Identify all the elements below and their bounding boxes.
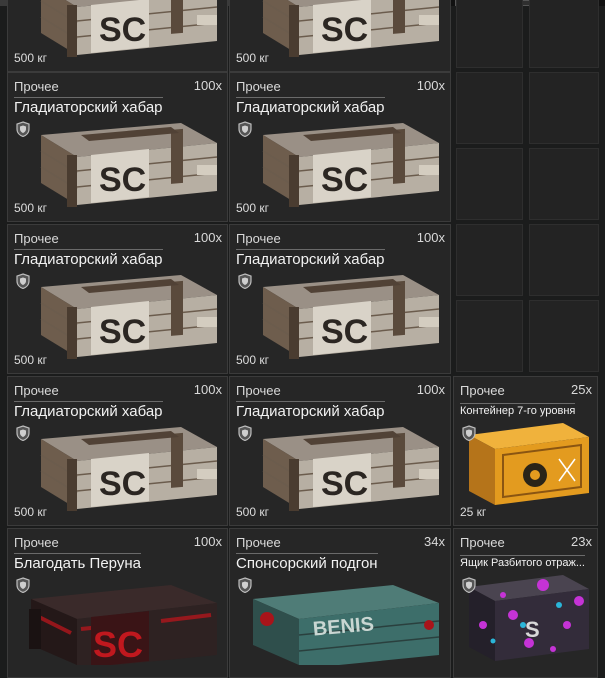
inventory-item-card[interactable]: SC 500 кг (7, 0, 228, 72)
item-category: Прочее (236, 383, 281, 398)
item-category: Прочее (460, 383, 505, 398)
perun-item-image: SC (16, 569, 226, 670)
item-category: Прочее (14, 535, 59, 550)
shield-icon (462, 577, 476, 594)
item-name: Контейнер 7-го уровня (460, 403, 576, 417)
empty-slot[interactable] (456, 0, 523, 68)
svg-text:SC: SC (99, 465, 146, 503)
svg-text:SC: SC (99, 11, 146, 49)
inventory-item-card[interactable]: S Прочее 23x Ящик Разбитого отраж... (453, 528, 598, 678)
svg-text:SC: SC (321, 161, 368, 199)
item-category: Прочее (460, 535, 505, 550)
item-weight: 500 кг (14, 505, 47, 519)
sponsor-item-image: BENIS (238, 569, 448, 670)
inventory-item-card[interactable]: SC Прочее 100x Гладиаторский хабар 500 кг (229, 72, 451, 222)
inventory-item-card[interactable]: SC 500 кг (229, 0, 451, 72)
inventory-item-card[interactable]: SC Прочее 100x Гладиаторский хабар 500 кг (229, 224, 451, 374)
gladiator-item-image: SC (238, 113, 448, 214)
shield-icon (238, 273, 252, 290)
svg-text:SC: SC (321, 465, 368, 503)
empty-slot[interactable] (529, 0, 599, 68)
item-quantity: 100x (193, 230, 222, 245)
item-quantity: 100x (193, 382, 222, 397)
empty-slot[interactable] (529, 72, 599, 144)
svg-text:S: S (525, 617, 540, 642)
item-name: Гладиаторский хабар (14, 249, 163, 268)
item-name: Гладиаторский хабар (14, 97, 163, 116)
empty-slot[interactable] (529, 148, 599, 220)
empty-slot[interactable] (456, 224, 523, 296)
item-quantity: 100x (193, 78, 222, 93)
shield-icon (16, 273, 30, 290)
shield-icon (238, 577, 252, 594)
svg-text:SC: SC (93, 624, 143, 665)
inventory-item-card[interactable]: SC Прочее 100x Гладиаторский хабар 500 кг (7, 72, 228, 222)
shield-icon (238, 425, 252, 442)
item-weight: 500 кг (236, 51, 269, 65)
inventory-item-card[interactable]: SC Прочее 100x Гладиаторский хабар 500 кг (7, 376, 228, 526)
item-weight: 500 кг (14, 51, 47, 65)
item-quantity: 25x (571, 382, 592, 397)
item-weight: 500 кг (14, 353, 47, 367)
item-name: Благодать Перуна (14, 553, 141, 572)
shield-icon (462, 425, 476, 442)
item-name: Ящик Разбитого отраж... (460, 555, 585, 569)
item-category: Прочее (236, 79, 281, 94)
item-weight: 500 кг (14, 201, 47, 215)
item-category: Прочее (14, 383, 59, 398)
inventory-grid: SC 500 кг SC 500 кг SC Прочее 100x Глади… (0, 0, 605, 678)
inventory-item-card[interactable]: BENIS Прочее 34x Спонсорский подгон (229, 528, 451, 678)
inventory-item-card[interactable]: SC Прочее 100x Гладиаторский хабар 500 кг (7, 224, 228, 374)
gladiator-item-image: SC (16, 113, 226, 214)
item-name: Спонсорский подгон (236, 553, 378, 572)
item-weight: 500 кг (236, 505, 269, 519)
item-category: Прочее (236, 231, 281, 246)
item-weight: 500 кг (236, 201, 269, 215)
item-quantity: 34x (424, 534, 445, 549)
gladiator-item-image: SC (238, 0, 448, 64)
shield-icon (238, 121, 252, 138)
empty-slot[interactable] (456, 300, 523, 372)
svg-text:SC: SC (99, 313, 146, 351)
mirror-item-image: S (460, 565, 596, 666)
item-name: Гладиаторский хабар (236, 249, 385, 268)
item-name: Гладиаторский хабар (14, 401, 163, 420)
svg-text:SC: SC (321, 313, 368, 351)
empty-slot[interactable] (529, 224, 599, 296)
shield-icon (16, 577, 30, 594)
item-name: Гладиаторский хабар (236, 401, 385, 420)
empty-slot[interactable] (456, 148, 523, 220)
item-quantity: 100x (416, 230, 445, 245)
item-quantity: 100x (416, 78, 445, 93)
item-quantity: 100x (416, 382, 445, 397)
shield-icon (16, 425, 30, 442)
inventory-item-card[interactable]: Прочее 25x Контейнер 7-го уровня 25 кг (453, 376, 598, 526)
svg-text:SC: SC (321, 11, 368, 49)
shield-icon (16, 121, 30, 138)
inventory-item-card[interactable]: SC Прочее 100x Благодать Перуна (7, 528, 228, 678)
item-quantity: 100x (193, 534, 222, 549)
gladiator-item-image: SC (16, 417, 226, 518)
item-quantity: 23x (571, 534, 592, 549)
container7-item-image (460, 413, 596, 514)
gladiator-item-image: SC (16, 265, 226, 366)
item-category: Прочее (236, 535, 281, 550)
empty-slot[interactable] (456, 72, 523, 144)
item-name: Гладиаторский хабар (236, 97, 385, 116)
svg-text:SC: SC (99, 161, 146, 199)
item-weight: 500 кг (236, 353, 269, 367)
item-category: Прочее (14, 79, 59, 94)
gladiator-item-image: SC (16, 0, 226, 64)
gladiator-item-image: SC (238, 265, 448, 366)
item-category: Прочее (14, 231, 59, 246)
empty-slot[interactable] (529, 300, 599, 372)
gladiator-item-image: SC (238, 417, 448, 518)
item-weight: 25 кг (460, 505, 487, 519)
inventory-item-card[interactable]: SC Прочее 100x Гладиаторский хабар 500 кг (229, 376, 451, 526)
